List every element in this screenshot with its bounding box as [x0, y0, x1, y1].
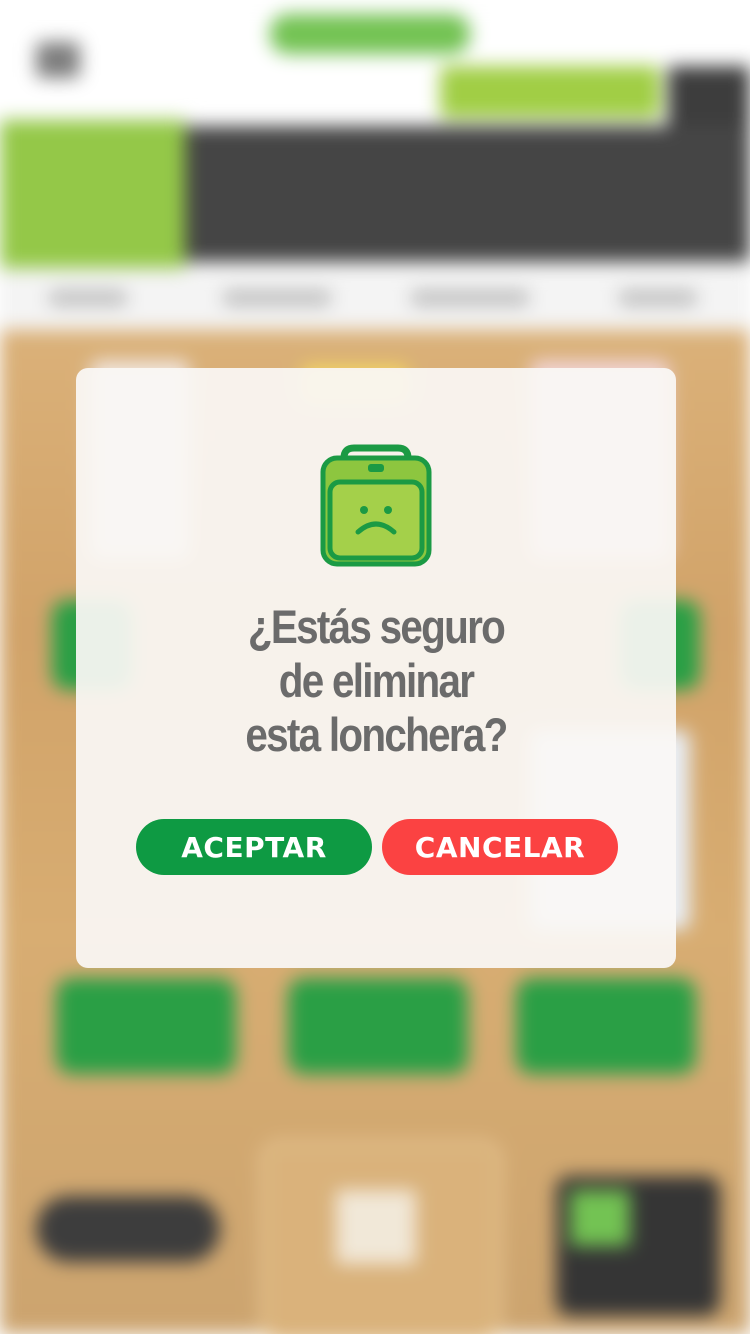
confirm-delete-dialog: ¿Estás seguro de eliminar esta lonchera?…	[76, 368, 676, 968]
dialog-title-line: ¿Estás seguro	[247, 600, 506, 653]
accept-button[interactable]: ACEPTAR	[136, 819, 372, 875]
dialog-title: ¿Estás seguro de eliminar esta lonchera?	[118, 600, 634, 762]
screen: ¿Estás seguro de eliminar esta lonchera?…	[0, 0, 750, 1334]
dialog-title-line: de eliminar	[278, 654, 475, 707]
sad-lunchbox-icon	[320, 444, 432, 567]
cancel-button[interactable]: CANCELAR	[382, 819, 618, 875]
dialog-title-line: esta lonchera?	[245, 708, 508, 761]
